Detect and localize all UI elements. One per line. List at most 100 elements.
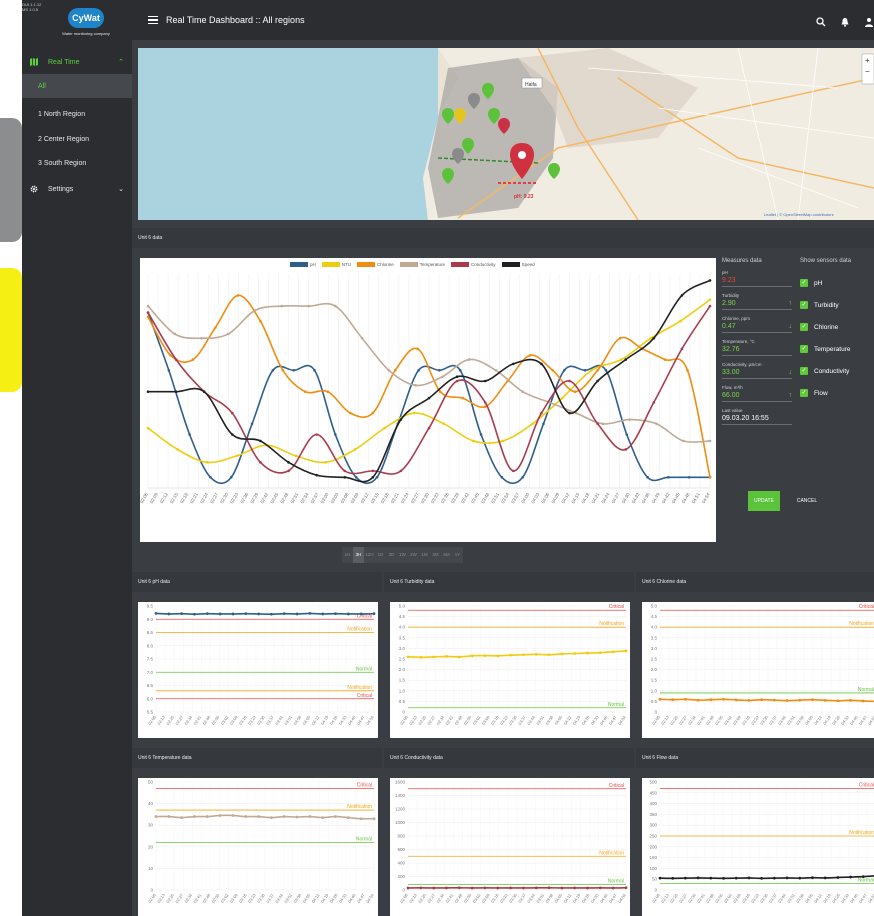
data-point bbox=[383, 426, 386, 430]
data-point bbox=[229, 476, 233, 479]
measure-value: 33.00 bbox=[722, 369, 740, 376]
x-tick-label: 02:06 bbox=[147, 892, 157, 904]
x-tick-label: 04:24 bbox=[601, 492, 611, 505]
cancel-button[interactable]: CANCEL bbox=[790, 491, 824, 511]
data-point bbox=[483, 886, 487, 890]
x-tick-label: 04:05 bbox=[804, 714, 814, 726]
x-tick-label: 02:48 bbox=[705, 714, 715, 726]
x-tick-label: 04:42 bbox=[661, 492, 671, 505]
sidebar-item-center-region[interactable]: 2 Center Region bbox=[22, 127, 132, 151]
time-range-3d[interactable]: 3D bbox=[386, 547, 397, 563]
checkbox-checked-icon[interactable]: ✓ bbox=[800, 323, 808, 331]
search-icon[interactable] bbox=[816, 14, 826, 32]
checkbox-checked-icon[interactable]: ✓ bbox=[800, 367, 808, 375]
legend-item[interactable]: Chlorine bbox=[357, 262, 394, 267]
x-tick-label: 04:40 bbox=[347, 714, 357, 726]
legend-item[interactable]: Temperature bbox=[399, 262, 445, 267]
data-point bbox=[785, 699, 789, 702]
update-button[interactable]: UPDATE bbox=[748, 491, 780, 511]
threshold-label: Critical bbox=[859, 604, 874, 610]
sensor-toggle-conductivity[interactable]: ✓ Conductivity bbox=[800, 360, 874, 382]
x-tick-label: 02:15 bbox=[169, 492, 179, 505]
data-point bbox=[191, 358, 195, 361]
x-tick-label: 04:40 bbox=[347, 892, 357, 904]
measure-value-row: 32.76 bbox=[722, 344, 792, 356]
sidebar-item-north-region[interactable]: 1 North Region bbox=[22, 102, 132, 126]
sidebar-item-all[interactable]: All bbox=[22, 74, 132, 98]
data-point bbox=[282, 612, 286, 616]
data-point bbox=[624, 448, 627, 451]
x-tick-label: 03:51 bbox=[535, 714, 545, 726]
checkbox-checked-icon[interactable]: ✓ bbox=[800, 389, 808, 397]
legend-item[interactable]: NTU bbox=[321, 262, 351, 267]
checkbox-checked-icon[interactable]: ✓ bbox=[800, 301, 808, 309]
data-point bbox=[671, 698, 675, 702]
data-point bbox=[680, 294, 684, 297]
x-tick-label: 04:09 bbox=[550, 492, 560, 505]
checkbox-checked-icon[interactable]: ✓ bbox=[800, 345, 808, 353]
sensor-toggle-temperature[interactable]: ✓ Temperature bbox=[800, 338, 874, 360]
mini-chart-title: Unit 6 Conductivity data bbox=[390, 755, 443, 761]
x-tick-label: 03:57 bbox=[510, 492, 520, 505]
sensor-toggle-flow[interactable]: ✓ Flow bbox=[800, 382, 874, 404]
time-range-3h[interactable]: 3H bbox=[353, 547, 364, 563]
legend-item[interactable]: pH bbox=[290, 262, 316, 267]
sidebar-item-settings[interactable]: Settings ⌄ bbox=[22, 177, 132, 201]
data-point bbox=[287, 469, 290, 473]
x-tick-label: 03:42 bbox=[460, 492, 470, 505]
user-icon[interactable] bbox=[864, 14, 874, 32]
data-point bbox=[534, 652, 538, 656]
time-range-1m[interactable]: 1M bbox=[419, 547, 430, 563]
sensor-toggle-chlorine[interactable]: ✓ Chlorine bbox=[800, 316, 874, 338]
time-range-3m[interactable]: 3M bbox=[430, 547, 441, 563]
data-point bbox=[547, 886, 551, 890]
time-range-2w[interactable]: 2W bbox=[408, 547, 419, 563]
hamburger-menu-icon[interactable] bbox=[148, 16, 158, 24]
time-range-12h[interactable]: 12H bbox=[364, 547, 375, 563]
map-attribution: Leaflet | © OpenStreetMap contributors bbox=[764, 212, 834, 217]
data-point bbox=[521, 476, 524, 479]
x-tick-label: 04:33 bbox=[338, 892, 348, 904]
legend-item[interactable]: Conductivity bbox=[451, 262, 496, 267]
data-point bbox=[521, 390, 524, 393]
mini-chart-header: Unit 6 Conductivity data bbox=[384, 748, 634, 768]
time-range-1h[interactable]: 1H bbox=[342, 547, 353, 563]
x-tick-label: 04:05 bbox=[553, 714, 563, 726]
threshold-label: Notification bbox=[347, 685, 372, 691]
x-tick-label: 03:58 bbox=[544, 892, 554, 904]
y-tick-label: 1.0 bbox=[399, 688, 406, 693]
map-canvas: Haifa pH: 9.23 + − Leaflet | © OpenStree… bbox=[138, 48, 874, 220]
x-tick-label: 02:36 bbox=[239, 492, 249, 505]
y-tick-label: 3.0 bbox=[399, 646, 406, 651]
y-tick-label: 600 bbox=[397, 847, 405, 852]
x-tick-label: 03:30 bbox=[420, 492, 430, 505]
data-point bbox=[687, 476, 691, 479]
region-map[interactable]: Haifa pH: 9.23 + − Leaflet | © OpenStree… bbox=[138, 48, 874, 220]
sensor-toggle-ph[interactable]: ✓ pH bbox=[800, 272, 874, 294]
bell-icon[interactable] bbox=[840, 14, 850, 32]
data-point bbox=[455, 379, 459, 383]
logo[interactable]: CyWat Water monitoring company bbox=[44, 6, 128, 46]
time-range-1d[interactable]: 1D bbox=[375, 547, 386, 563]
data-point bbox=[244, 612, 248, 616]
data-point bbox=[315, 433, 318, 436]
threshold-label: Normal bbox=[858, 878, 874, 884]
data-point bbox=[406, 886, 410, 890]
data-point bbox=[304, 390, 307, 393]
x-tick-label: 03:12 bbox=[360, 492, 370, 505]
time-range-6m[interactable]: 6M bbox=[441, 547, 452, 563]
trend-arrow-icon: ↓ bbox=[788, 323, 793, 330]
time-range-1w[interactable]: 1W bbox=[397, 547, 408, 563]
legend-item[interactable]: Speed bbox=[501, 262, 535, 267]
data-point bbox=[624, 358, 627, 361]
sidebar-item-real-time[interactable]: Real Time ⌃ bbox=[22, 50, 132, 74]
sensor-toggle-turbidity[interactable]: ✓ Turbidity bbox=[800, 294, 874, 316]
checkbox-checked-icon[interactable]: ✓ bbox=[800, 279, 808, 287]
x-tick-label: 03:44 bbox=[274, 714, 284, 726]
data-point bbox=[412, 411, 416, 415]
time-range-1y[interactable]: 1Y bbox=[452, 547, 463, 563]
sidebar-item-south-region[interactable]: 3 South Region bbox=[22, 151, 132, 175]
data-point bbox=[321, 612, 325, 616]
y-tick-label: 2.5 bbox=[399, 657, 406, 662]
x-tick-label: 03:37 bbox=[768, 892, 778, 904]
